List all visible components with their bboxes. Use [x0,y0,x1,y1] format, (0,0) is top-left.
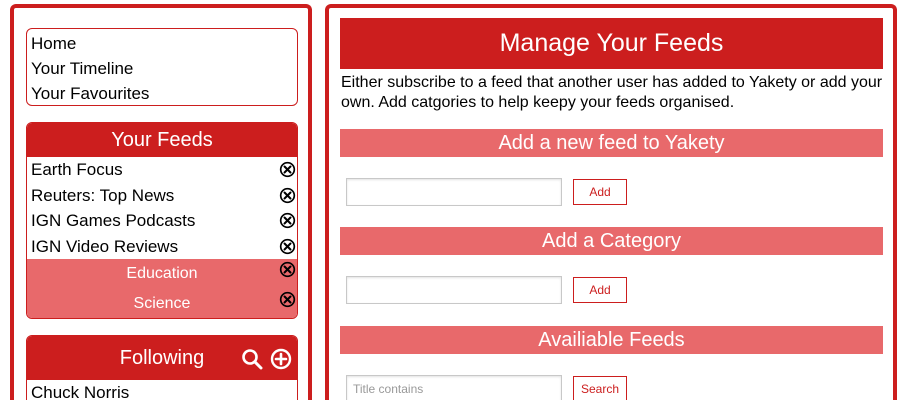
add-feed-heading: Add a new feed to Yakety [340,129,883,157]
feed-item-label: IGN Video Reviews [31,236,179,256]
category-item-label: Science [133,294,191,312]
category-item[interactable]: Science [27,288,297,318]
nav-item-favourites[interactable]: Your Favourites [31,81,293,106]
category-item[interactable]: Education [27,259,297,289]
nav-item-home[interactable]: Home [31,31,293,56]
your-feeds-header: Your Feeds [27,123,297,157]
nav-item-timeline[interactable]: Your Timeline [31,56,293,81]
page-title: Manage Your Feeds [340,18,883,69]
close-circle-icon[interactable] [279,291,296,308]
feed-item[interactable]: IGN Games Podcasts [27,208,297,234]
close-circle-icon[interactable] [279,187,296,204]
feed-item[interactable]: Earth Focus [27,157,297,183]
feed-item-label: Reuters: Top News [31,185,175,205]
add-feed-button[interactable]: Add [573,179,627,205]
feed-item-label: IGN Games Podcasts [31,211,196,230]
feed-item[interactable]: Reuters: Top News [27,183,297,209]
feed-search-button[interactable]: Search [573,376,627,400]
following-header: Following [27,336,297,380]
available-feeds-heading: Availiable Feeds [340,326,883,354]
search-icon[interactable] [241,348,263,370]
intro-text: Either subscribe to a feed that another … [341,74,883,111]
close-circle-icon[interactable] [279,212,296,229]
close-circle-icon[interactable] [279,261,296,278]
following-panel: Following Chuck Norris [26,335,298,400]
following-item[interactable]: Chuck Norris [27,380,297,400]
feed-item[interactable]: IGN Video Reviews [27,234,297,260]
add-category-heading: Add a Category [340,227,883,255]
main-content: Manage Your Feeds Either subscribe to a … [325,4,897,400]
main-nav: Home Your Timeline Your Favourites [26,28,298,106]
your-feeds-panel: Your Feeds Earth Focus Reuters: Top News… [26,122,298,319]
feed-item-label: Earth Focus [31,160,123,179]
plus-circle-icon[interactable] [270,348,292,370]
following-title: Following [119,347,205,369]
feed-search-input[interactable] [346,375,562,400]
left-sidebar: Home Your Timeline Your Favourites Your … [10,4,312,400]
category-item-label: Education [126,265,198,282]
add-category-input[interactable] [346,276,562,304]
close-circle-icon[interactable] [279,161,296,178]
close-circle-icon[interactable] [279,238,296,255]
add-feed-input[interactable] [346,178,562,206]
add-category-button[interactable]: Add [573,277,627,303]
